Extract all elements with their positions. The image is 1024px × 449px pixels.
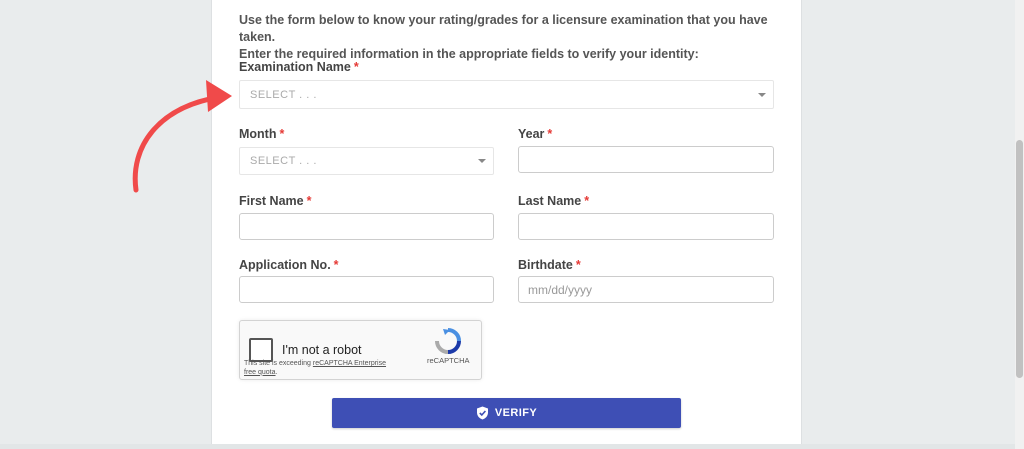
required-mark: * xyxy=(279,127,285,141)
bottom-strip xyxy=(0,444,1024,449)
intro-text: Use the form below to know your rating/g… xyxy=(239,12,779,63)
recaptcha-logo-icon xyxy=(435,328,461,354)
scrollbar-thumb[interactable] xyxy=(1016,140,1023,378)
last-name-label: Last Name * xyxy=(518,194,590,208)
chevron-down-icon xyxy=(758,92,766,97)
exam-name-select[interactable]: SELECT . . . xyxy=(239,80,774,109)
required-mark: * xyxy=(547,127,553,141)
scrollbar[interactable] xyxy=(1015,0,1024,449)
birthdate-input[interactable]: mm/dd/yyyy xyxy=(518,276,774,303)
required-mark: * xyxy=(333,258,339,272)
annotation-arrow-icon xyxy=(132,80,232,193)
recaptcha-label: I'm not a robot xyxy=(282,343,362,357)
application-no-label: Application No. * xyxy=(239,258,339,272)
year-label: Year * xyxy=(518,127,553,141)
month-value: SELECT . . . xyxy=(250,155,317,167)
shield-check-icon xyxy=(476,406,488,420)
chevron-down-icon xyxy=(478,159,486,163)
application-no-input[interactable] xyxy=(239,276,494,303)
verify-button-label: VERIFY xyxy=(494,407,538,419)
birthdate-placeholder: mm/dd/yyyy xyxy=(528,282,593,297)
month-select[interactable]: SELECT . . . xyxy=(239,147,494,175)
required-mark: * xyxy=(306,194,312,208)
recaptcha-brand: reCAPTCHA xyxy=(427,356,470,365)
required-mark: * xyxy=(584,194,590,208)
recaptcha-checkbox[interactable] xyxy=(249,338,273,362)
first-name-input[interactable] xyxy=(239,213,494,240)
recaptcha-widget: I'm not a robot This site is exceeding r… xyxy=(239,320,482,380)
birthdate-label: Birthdate * xyxy=(518,258,581,272)
required-mark: * xyxy=(575,258,581,272)
last-name-input[interactable] xyxy=(518,213,774,240)
year-input[interactable] xyxy=(518,146,774,173)
first-name-label: First Name * xyxy=(239,194,312,208)
verify-button[interactable]: VERIFY xyxy=(332,398,681,428)
exam-name-value: SELECT . . . xyxy=(250,88,317,101)
recaptcha-warning: This site is exceeding reCAPTCHA Enterpr… xyxy=(244,360,387,376)
exam-name-label: Examination Name * xyxy=(239,60,359,74)
month-label: Month * xyxy=(239,127,285,141)
intro-line-1: Use the form below to know your rating/g… xyxy=(239,13,768,44)
required-mark: * xyxy=(353,60,359,74)
